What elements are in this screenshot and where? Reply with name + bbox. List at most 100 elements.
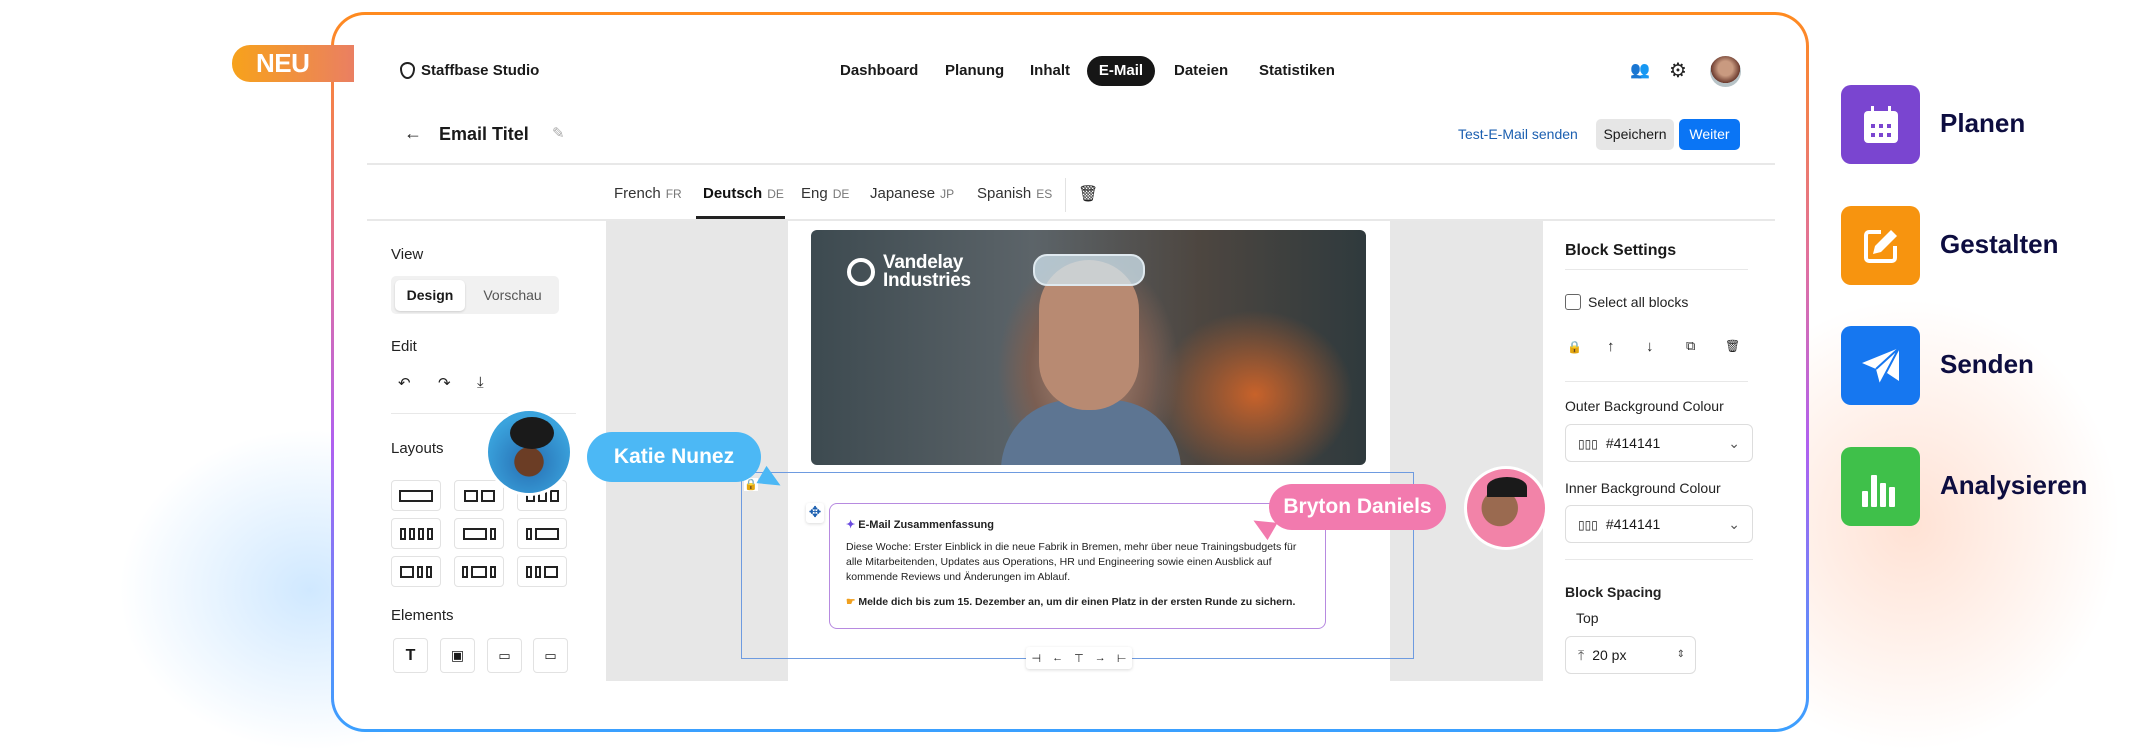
arrow-left-icon[interactable]: ← — [1052, 652, 1063, 664]
top-spacing-label: Top — [1576, 610, 1599, 626]
test-email-link[interactable]: Test-E-Mail senden — [1458, 126, 1578, 142]
layout-2narrow-wide[interactable] — [517, 556, 567, 587]
back-arrow-icon[interactable]: ← — [404, 123, 422, 144]
tab-spanish[interactable]: Spanish ES — [977, 185, 1052, 202]
link-button-element-icon[interactable]: ▭ — [533, 638, 568, 673]
edit-label: Edit — [391, 338, 417, 355]
block-spacing-label: Block Spacing — [1565, 584, 1662, 600]
gear-icon[interactable]: ⚙ — [1669, 58, 1687, 83]
divider — [367, 163, 1775, 165]
users-icon[interactable]: 👥 — [1630, 60, 1650, 80]
outer-bg-select[interactable]: ▯▯▯ #414141 ⌄ — [1565, 424, 1753, 462]
summary-title: E-Mail Zusammenfassung — [858, 519, 994, 531]
staffbase-logo-icon — [400, 62, 415, 79]
hero-person — [1033, 254, 1145, 286]
calendar-icon — [1841, 85, 1920, 164]
top-spacing-input[interactable]: ⤒ 20 px ⇕ — [1565, 636, 1696, 674]
undo-icon[interactable]: ↶ — [398, 374, 411, 392]
layout-2col[interactable] — [454, 480, 504, 511]
tab-deutsch[interactable]: Deutsch DE — [703, 185, 784, 202]
edit-icon — [1841, 206, 1920, 285]
align-left-icon[interactable]: ⊣ — [1032, 652, 1042, 665]
trash-icon[interactable]: 🗑 — [1078, 184, 1098, 204]
feature-planen: Planen — [1940, 108, 2026, 138]
design-button[interactable]: Design — [395, 280, 465, 311]
inner-bg-select[interactable]: ▯▯▯ #414141 ⌄ — [1565, 505, 1753, 543]
layout-wide-narrow[interactable] — [454, 518, 504, 549]
align-center-icon[interactable]: ⊤ — [1074, 652, 1084, 665]
next-button[interactable]: Weiter — [1679, 119, 1740, 150]
inner-bg-label: Inner Background Colour — [1565, 480, 1721, 496]
bar-chart-icon — [1841, 447, 1920, 526]
user-avatar[interactable] — [1710, 56, 1741, 87]
elements-label: Elements — [391, 607, 454, 624]
layouts-label: Layouts — [391, 440, 444, 457]
pencil-icon[interactable]: ✎ — [552, 124, 565, 142]
download-icon[interactable]: ⤓ — [477, 374, 484, 391]
feature-senden: Senden — [1940, 349, 2034, 379]
tab-eng[interactable]: Eng DE — [801, 185, 849, 202]
align-right-icon[interactable]: ⊢ — [1117, 652, 1127, 665]
button-element-icon[interactable]: ▭ — [487, 638, 522, 673]
spacing-top-icon: ⤒ — [1578, 647, 1585, 663]
layout-narrow-wide-narrow[interactable] — [454, 556, 504, 587]
move-up-icon[interactable]: ↑ — [1607, 338, 1615, 355]
tab-french[interactable]: French FR — [614, 185, 682, 202]
layout-1col[interactable] — [391, 480, 441, 511]
layout-grid — [391, 480, 567, 587]
email-title: Email Titel — [439, 124, 529, 144]
feature-gestalten: Gestalten — [1940, 229, 2059, 259]
layout-wide-2narrow[interactable] — [391, 556, 441, 587]
stepper-icon[interactable]: ⇕ — [1677, 637, 1685, 673]
select-all-checkbox[interactable] — [1565, 294, 1581, 310]
trash-icon[interactable]: 🗑 — [1725, 339, 1740, 353]
move-handle-icon[interactable]: ✥ — [806, 503, 824, 523]
app-logo[interactable]: Staffbase Studio — [400, 62, 539, 79]
duplicate-icon[interactable]: ⧉ — [1686, 338, 1695, 354]
arrow-right-icon[interactable]: → — [1095, 652, 1106, 664]
bryton-avatar — [1464, 466, 1548, 550]
nav-statistiken[interactable]: Statistiken — [1259, 62, 1335, 79]
sparkle-icon: ✦ — [846, 519, 856, 531]
pointing-hand-icon: ☛ — [846, 596, 856, 608]
preview-button[interactable]: Vorschau — [470, 280, 555, 311]
divider — [1565, 559, 1753, 560]
layout-4col[interactable] — [391, 518, 441, 549]
divider — [1065, 178, 1066, 212]
layout-narrow-wide[interactable] — [517, 518, 567, 549]
text-element-icon[interactable]: T — [393, 638, 428, 673]
app-name: Staffbase Studio — [421, 62, 540, 79]
feature-analysieren: Analysieren — [1940, 470, 2088, 500]
vandelay-logo-icon — [847, 258, 875, 286]
new-badge: NEU — [232, 45, 354, 82]
summary-body: Diese Woche: Erster Einblick in die neue… — [846, 541, 1297, 583]
nav-dateien[interactable]: Dateien — [1174, 62, 1228, 79]
katie-avatar — [485, 408, 573, 496]
move-down-icon[interactable]: ↓ — [1646, 338, 1654, 355]
tab-japanese[interactable]: Japanese JP — [870, 185, 954, 202]
nav-dashboard[interactable]: Dashboard — [840, 62, 918, 79]
redo-icon[interactable]: ↷ — [438, 374, 451, 392]
nav-email[interactable]: E-Mail — [1087, 56, 1155, 86]
image-element-icon[interactable]: ▣ — [440, 638, 475, 673]
lock-icon[interactable]: 🔒 — [744, 478, 758, 491]
color-swatch-icon: ▯▯▯ — [1578, 437, 1598, 451]
send-icon — [1841, 326, 1920, 405]
hero-image[interactable]: Vandelay Industries — [811, 230, 1366, 465]
divider — [1565, 269, 1748, 270]
chevron-down-icon: ⌄ — [1728, 435, 1740, 451]
nav-planung[interactable]: Planung — [945, 62, 1004, 79]
divider — [1565, 381, 1748, 382]
color-swatch-icon: ▯▯▯ — [1578, 518, 1598, 532]
select-all-label: Select all blocks — [1588, 294, 1689, 310]
chevron-down-icon: ⌄ — [1728, 516, 1740, 532]
view-label: View — [391, 246, 424, 263]
nav-inhalt[interactable]: Inhalt — [1030, 62, 1070, 79]
block-align-toolbar: ⊣ ← ⊤ → ⊢ — [1026, 647, 1132, 669]
save-button[interactable]: Speichern — [1596, 119, 1674, 150]
katie-cursor-label: Katie Nunez — [587, 432, 761, 482]
lock-icon[interactable]: 🔒 — [1567, 340, 1582, 354]
bryton-cursor-label: Bryton Daniels — [1269, 484, 1446, 530]
block-settings-title: Block Settings — [1565, 242, 1677, 259]
outer-bg-label: Outer Background Colour — [1565, 398, 1724, 414]
